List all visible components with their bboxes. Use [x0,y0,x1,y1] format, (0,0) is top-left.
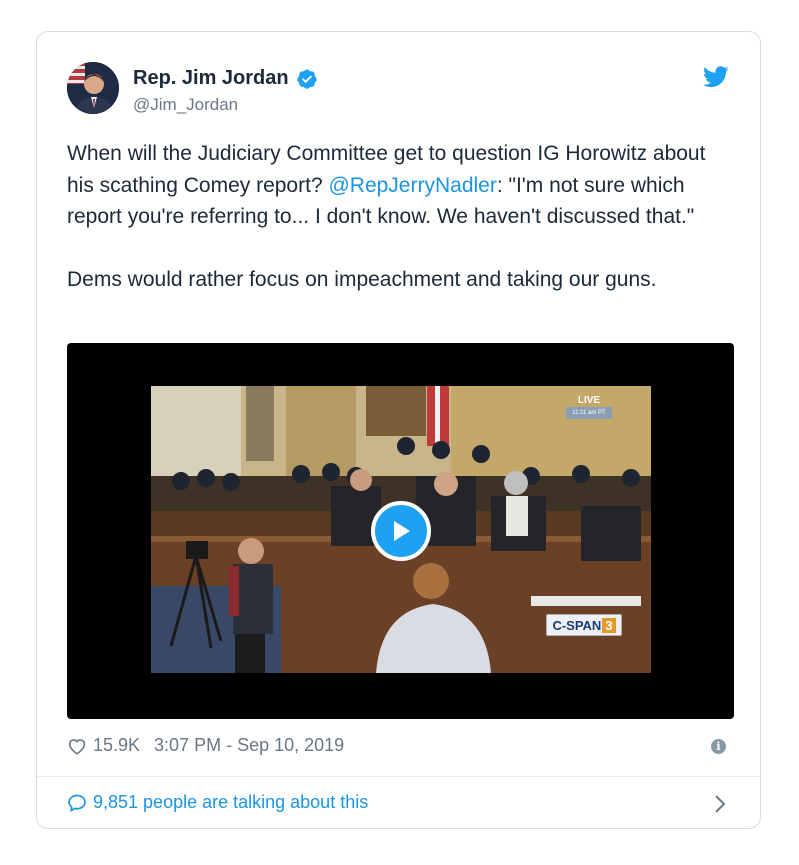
avatar[interactable] [67,62,119,114]
tweet-card: Rep. Jim Jordan @Jim_Jordan When will th… [36,31,761,829]
verified-badge-icon [296,68,318,90]
tweet-paragraph-1: When will the Judiciary Committee get to… [67,138,737,233]
handle[interactable]: @Jim_Jordan [133,95,238,115]
heart-icon[interactable] [67,737,87,755]
mention-link[interactable]: @RepJerryNadler [328,174,496,197]
live-time: 11:11 am PT [566,407,612,419]
like-count[interactable]: 15.9K [93,735,140,756]
network-channel: 3 [602,617,616,633]
twitter-bird-icon[interactable] [702,66,729,88]
live-indicator: LIVE 11:11 am PT [566,395,612,419]
people-talking-text: 9,851 people are talking about this [93,792,369,812]
author-row: Rep. Jim Jordan [133,67,318,90]
network-logo: C-SPAN 3 [546,614,622,636]
play-icon [394,521,410,541]
tweet-meta: 15.9K 3:07 PM - Sep 10, 2019 [67,735,344,756]
live-label: LIVE [577,395,601,406]
info-icon[interactable]: i [711,739,726,754]
chevron-right-icon[interactable] [714,794,726,814]
timestamp[interactable]: 3:07 PM - Sep 10, 2019 [154,735,344,756]
comment-bubble-icon [68,794,86,812]
display-name[interactable]: Rep. Jim Jordan [133,67,289,90]
play-button[interactable] [371,501,431,561]
tweet-paragraph-2: Dems would rather focus on impeachment a… [67,267,657,291]
tweet-text: When will the Judiciary Committee get to… [67,138,737,295]
network-label: C-SPAN [552,617,602,633]
video-player[interactable]: LIVE 11:11 am PT C-SPAN 3 [67,343,734,719]
people-talking-link[interactable]: 9,851 people are talking about this [67,792,368,813]
divider [37,776,760,777]
